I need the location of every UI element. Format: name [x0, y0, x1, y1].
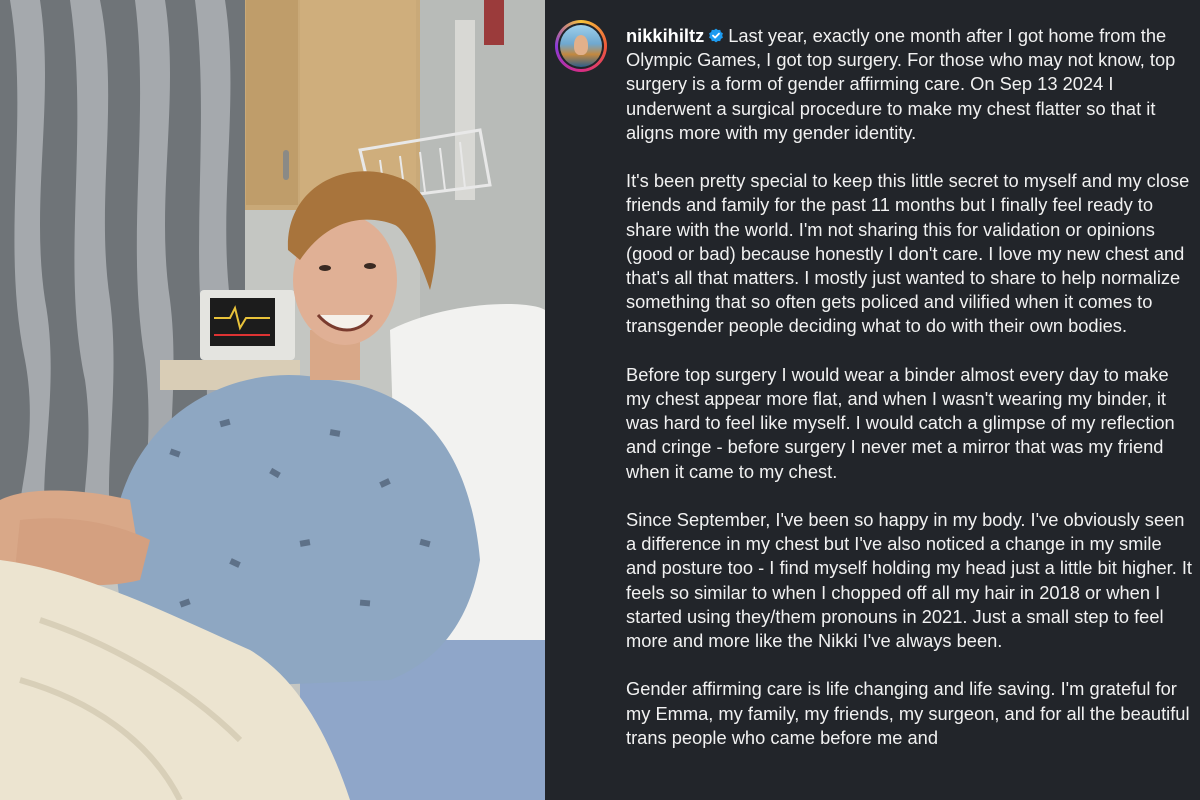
avatar[interactable]	[555, 20, 607, 72]
verified-badge-icon	[708, 26, 724, 43]
post-photo	[0, 0, 545, 800]
caption-paragraph: It's been pretty special to keep this li…	[626, 170, 1190, 337]
post-caption: nikkihiltz Last year, exactly one month a…	[626, 24, 1192, 774]
caption-paragraph: nikkihiltz Last year, exactly one month a…	[626, 24, 1192, 145]
caption-paragraph: Since September, I've been so happy in m…	[626, 509, 1193, 652]
caption-paragraph: Before top surgery I would wear a binder…	[626, 363, 1175, 482]
profile-photo	[560, 25, 602, 67]
hospital-photo-illustration	[0, 0, 545, 800]
caption-panel: nikkihiltz Last year, exactly one month a…	[545, 0, 1200, 800]
username-link[interactable]: nikkihiltz	[626, 25, 704, 46]
caption-paragraph: Gender affirming care is life changing a…	[626, 678, 1190, 748]
